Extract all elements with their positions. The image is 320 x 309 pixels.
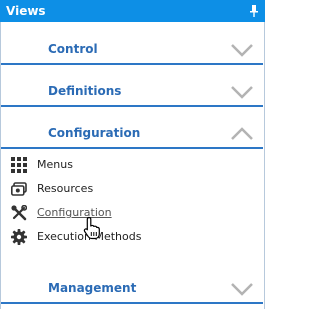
chevron-down-icon[interactable] [230,282,254,296]
pin-icon[interactable] [249,5,259,17]
menu-item-resources[interactable]: Resources [1,178,263,200]
section-divider [1,147,263,149]
views-panel: Views Control Definitions Configuration [0,0,265,309]
section-label-definitions: Definitions [48,84,122,98]
menu-item-label: Menus [37,158,73,171]
hand-pointer-icon [83,216,100,240]
menu-item-label: Resources [37,182,94,195]
section-label-configuration: Configuration [48,126,141,140]
section-label-control: Control [48,42,98,56]
menu-item-execution-methods[interactable]: Execution Methods [1,226,263,248]
chevron-down-icon[interactable] [230,85,254,99]
grid-icon [11,157,27,173]
section-divider [1,302,263,304]
section-divider [1,63,263,65]
panel-title: Views [6,4,46,18]
section-divider [1,105,263,107]
chevron-up-icon[interactable] [230,127,254,141]
chevron-down-icon[interactable] [230,43,254,57]
section-label-management: Management [48,281,137,295]
tools-icon [11,205,27,221]
menu-item-menus[interactable]: Menus [1,154,263,176]
resources-icon [11,182,27,196]
menu-item-configuration[interactable]: Configuration [1,202,263,224]
panel-right-border [264,22,265,309]
gear-icon [11,229,27,245]
views-title-bar: Views [0,0,265,22]
